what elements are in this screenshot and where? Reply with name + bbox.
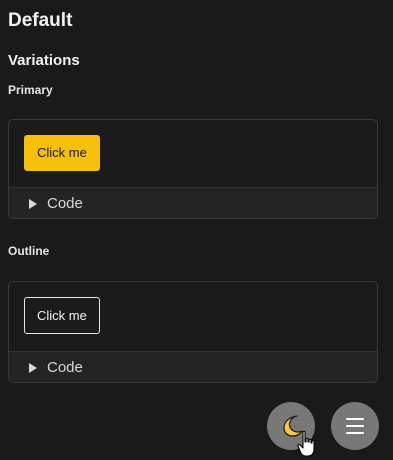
expand-triangle-icon bbox=[29, 198, 37, 209]
theme-toggle-button[interactable] bbox=[267, 402, 315, 450]
primary-preview: Click me bbox=[9, 120, 377, 187]
section-title-default: Default bbox=[8, 10, 73, 31]
expand-triangle-icon bbox=[29, 362, 37, 373]
moon-icon bbox=[283, 415, 303, 437]
outline-click-me-button[interactable]: Click me bbox=[24, 297, 100, 334]
code-toggle-label: Code bbox=[47, 195, 83, 212]
hamburger-menu-icon bbox=[346, 418, 364, 434]
variation-title-primary: Primary bbox=[8, 83, 53, 97]
primary-click-me-button[interactable]: Click me bbox=[24, 135, 100, 171]
page: Default Variations Primary Click me Code… bbox=[0, 0, 393, 460]
primary-code-toggle[interactable]: Code bbox=[9, 187, 377, 218]
code-toggle-label: Code bbox=[47, 359, 83, 376]
menu-button[interactable] bbox=[331, 402, 379, 450]
outline-code-toggle[interactable]: Code bbox=[9, 351, 377, 382]
outline-preview: Click me bbox=[9, 282, 377, 351]
variation-title-outline: Outline bbox=[8, 244, 50, 258]
section-title-variations: Variations bbox=[8, 52, 80, 69]
outline-example-card: Click me Code bbox=[8, 281, 378, 383]
primary-example-card: Click me Code bbox=[8, 119, 378, 219]
